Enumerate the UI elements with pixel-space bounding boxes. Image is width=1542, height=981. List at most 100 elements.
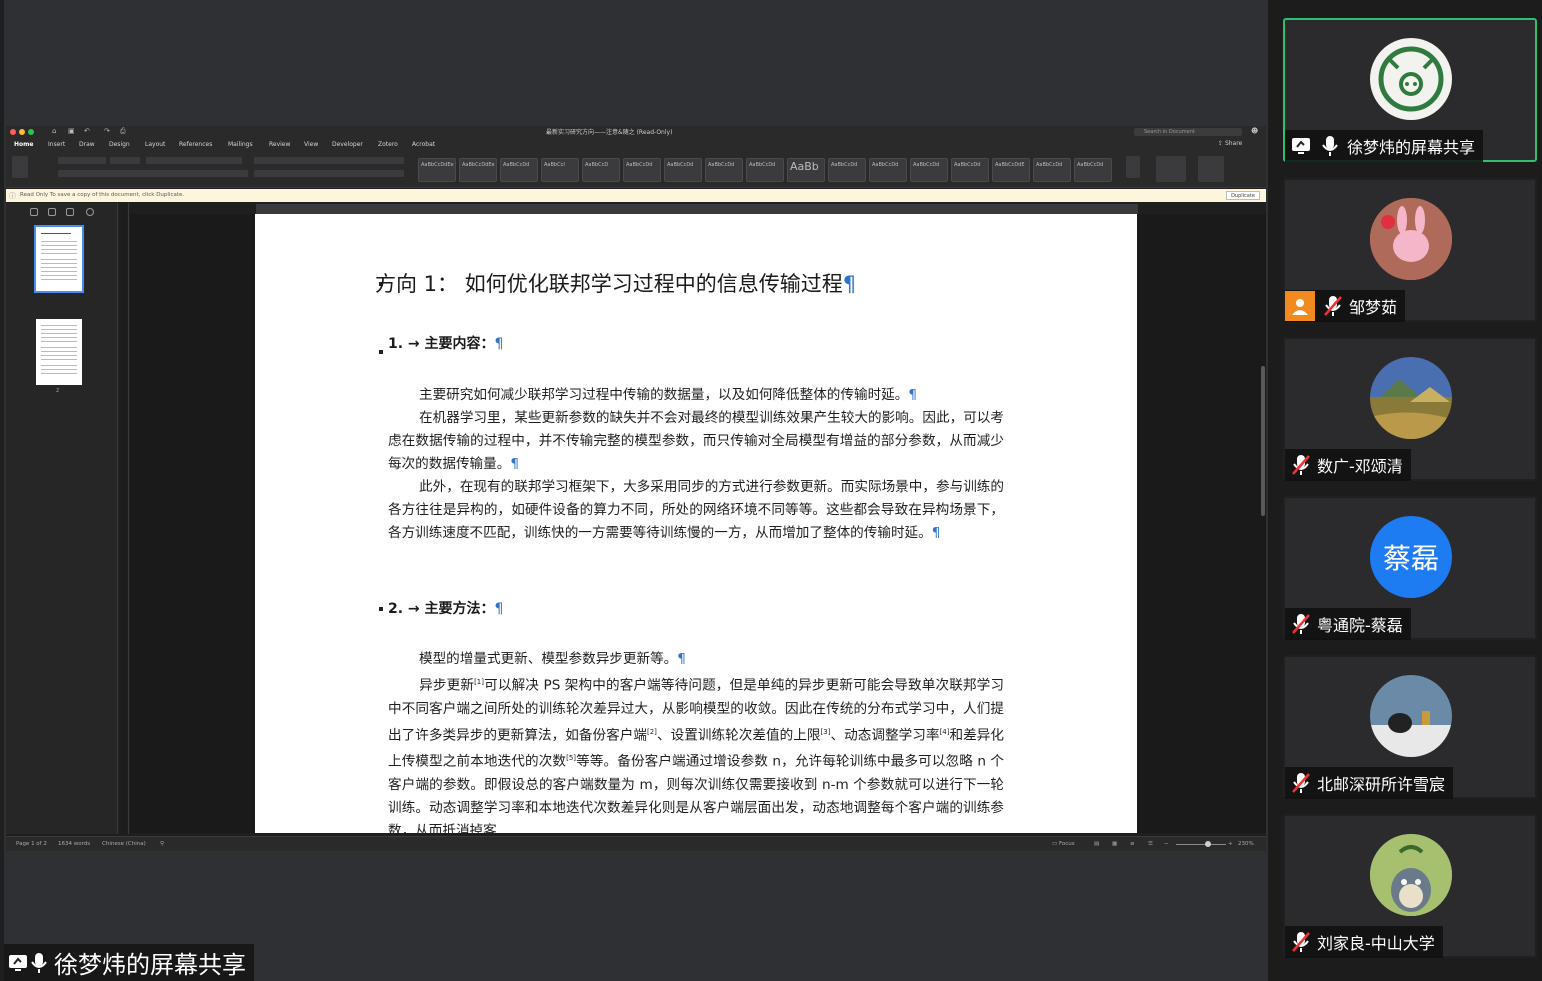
style-normal[interactable]: AaBbCcDdEe xyxy=(418,158,456,182)
style-heading-1[interactable]: AaBbCcDd xyxy=(500,158,538,182)
request-signatures-button[interactable] xyxy=(1198,156,1224,182)
tab-layout[interactable]: Layout xyxy=(145,141,165,148)
muted-microphone-icon xyxy=(1291,454,1310,476)
title-bar: ⌂ ▣ ↶ ↷ ⎙ 最新实习研究方向——注意&随之 (Read-Only) Se… xyxy=(6,126,1266,138)
ribbon-home: AaBbCcDdEe AaBbCcDdEe AaBbCcDd AaBbCcI A… xyxy=(6,152,1266,188)
close-window-button[interactable] xyxy=(10,129,16,135)
paragraph-5-text-c: 、设置训练轮次差值的上限 xyxy=(656,727,821,744)
style-heading-2[interactable]: AaBbCcI xyxy=(541,158,579,182)
citation-3[interactable]: [3] xyxy=(821,728,831,736)
zoom-slider-handle[interactable] xyxy=(1205,841,1211,847)
zoom-out-button[interactable]: − xyxy=(1164,841,1169,847)
style-strong[interactable]: AaBbCcDdE xyxy=(992,158,1030,182)
search-document-input[interactable]: Search in Document xyxy=(1134,128,1242,136)
microphone-icon xyxy=(30,952,48,974)
style-heading-4[interactable]: AaBbCcDd xyxy=(623,158,661,182)
font-size-buttons[interactable] xyxy=(146,157,242,164)
save-icon[interactable]: ▣ xyxy=(68,127,75,135)
create-pdf-button[interactable] xyxy=(1156,156,1186,182)
style-title[interactable]: AaBb xyxy=(787,158,825,182)
style-heading-6[interactable]: AaBbCcDd xyxy=(705,158,743,182)
style-subtle-emphasis[interactable]: AaBbCcDd xyxy=(869,158,907,182)
tab-insert[interactable]: Insert xyxy=(48,141,65,148)
page-thumbnail-2[interactable] xyxy=(36,319,82,385)
participant-name-tag: 北邮深研所许雪宸 xyxy=(1285,767,1454,799)
page-thumbnail-1[interactable] xyxy=(34,225,84,293)
zoom-window-button[interactable] xyxy=(28,129,34,135)
info-icon: ⓘ xyxy=(9,192,16,200)
zoom-in-button[interactable]: + xyxy=(1228,841,1233,847)
participant-tile-4[interactable]: 蔡磊 粤通院-蔡磊 xyxy=(1283,496,1537,640)
style-intense-quote[interactable]: AaBbCcDd xyxy=(1074,158,1112,182)
vertical-ruler xyxy=(121,203,129,834)
initials-avatar: 蔡磊 xyxy=(1370,516,1452,598)
paragraph-align-buttons[interactable] xyxy=(254,170,404,177)
web-layout-icon[interactable]: ▦ xyxy=(1112,841,1117,847)
style-heading-7[interactable]: AaBbCcDd xyxy=(746,158,784,182)
tab-mailings[interactable]: Mailings xyxy=(228,141,253,148)
word-count[interactable]: 1634 words xyxy=(58,841,90,847)
document-canvas[interactable]: 方向 1： 如何优化联邦学习过程中的信息传输过程¶ 1. → 主要内容：¶ 主要… xyxy=(130,214,1266,833)
style-heading-5[interactable]: AaBbCcDd xyxy=(664,158,702,182)
style-emphasis[interactable]: AaBbCcDd xyxy=(910,158,948,182)
tab-developer[interactable]: Developer xyxy=(332,141,363,148)
participant-tile-1[interactable]: 徐梦炜的屏幕共享 xyxy=(1283,18,1537,162)
participant-tile-3[interactable]: 数广-邓颂清 xyxy=(1283,337,1537,481)
draft-view-icon[interactable]: ☰ xyxy=(1148,841,1153,847)
participant-tile-2[interactable]: 邹梦茹 xyxy=(1283,178,1537,322)
tab-review[interactable]: Review xyxy=(269,141,290,148)
style-heading-3[interactable]: AaBbCcD xyxy=(582,158,620,182)
print-icon[interactable]: ⎙ xyxy=(120,127,126,136)
minimize-window-button[interactable] xyxy=(19,129,25,135)
citation-5[interactable]: [5] xyxy=(566,754,576,762)
tab-home[interactable]: Home xyxy=(14,141,33,148)
outline-icon[interactable] xyxy=(48,208,56,216)
share-button[interactable]: ⇪ Share xyxy=(1218,140,1242,147)
language-status[interactable]: Chinese (China) xyxy=(102,841,146,847)
tab-view[interactable]: View xyxy=(304,141,318,148)
style-subtitle[interactable]: AaBbCcDd xyxy=(828,158,866,182)
vertical-scrollbar[interactable] xyxy=(1261,366,1265,516)
outline-view-icon[interactable]: ≡ xyxy=(1130,841,1135,847)
citation-2[interactable]: [2] xyxy=(647,728,657,736)
horizontal-ruler[interactable] xyxy=(256,204,1138,214)
undo-icon[interactable]: ↶ xyxy=(84,127,90,135)
style-no-spacing[interactable]: AaBbCcDdEe xyxy=(459,158,497,182)
paragraph-1: 主要研究如何减少联邦学习过程中传输的数据量，以及如何降低整体的传输时延。¶ xyxy=(388,384,1004,407)
tab-zotero[interactable]: Zotero xyxy=(378,141,398,148)
style-intense-emphasis[interactable]: AaBbCcDd xyxy=(951,158,989,182)
thumbnails-icon[interactable] xyxy=(30,208,38,216)
participant-tile-5[interactable]: 北邮深研所许雪宸 xyxy=(1283,655,1537,799)
tab-references[interactable]: References xyxy=(179,141,212,148)
styles-pane-button[interactable] xyxy=(1126,156,1140,178)
redo-icon[interactable]: ↷ xyxy=(104,127,110,135)
accessibility-icon[interactable]: ⚲ xyxy=(160,841,164,847)
citation-1[interactable]: [1] xyxy=(474,678,484,686)
tab-design[interactable]: Design xyxy=(109,141,130,148)
participant-tile-6[interactable]: 刘家良-中山大学 xyxy=(1283,814,1537,958)
pilcrow-mark: ¶ xyxy=(842,272,857,296)
paragraph-list-buttons[interactable] xyxy=(254,157,404,164)
paste-button[interactable] xyxy=(12,156,28,178)
search-icon[interactable] xyxy=(86,208,94,216)
profile-icon[interactable]: ☻ xyxy=(1251,127,1258,135)
tab-acrobat[interactable]: Acrobat xyxy=(412,141,435,148)
font-size-select[interactable] xyxy=(110,157,140,164)
print-layout-icon[interactable]: ▤ xyxy=(1094,841,1099,847)
participant-name-tag: 粤通院-蔡磊 xyxy=(1285,608,1411,640)
font-name-select[interactable] xyxy=(58,157,106,164)
page-count[interactable]: Page 1 of 2 xyxy=(16,841,47,847)
font-format-buttons[interactable] xyxy=(58,170,248,177)
citation-4[interactable]: [4] xyxy=(940,728,950,736)
style-quote[interactable]: AaBbCcDd xyxy=(1033,158,1071,182)
document-page[interactable]: 方向 1： 如何优化联邦学习过程中的信息传输过程¶ 1. → 主要内容：¶ 主要… xyxy=(255,214,1137,833)
tab-draw[interactable]: Draw xyxy=(79,141,95,148)
share-button-label: Share xyxy=(1224,140,1243,147)
zoom-slider[interactable] xyxy=(1176,844,1226,845)
screen-share-icon xyxy=(1291,135,1313,157)
duplicate-button[interactable]: Duplicate xyxy=(1226,191,1260,200)
home-icon[interactable]: ⌂ xyxy=(52,127,56,135)
edit-icon[interactable] xyxy=(66,208,74,216)
zoom-level[interactable]: 230% xyxy=(1238,841,1254,847)
focus-button[interactable]: ▭ Focus xyxy=(1052,841,1075,847)
